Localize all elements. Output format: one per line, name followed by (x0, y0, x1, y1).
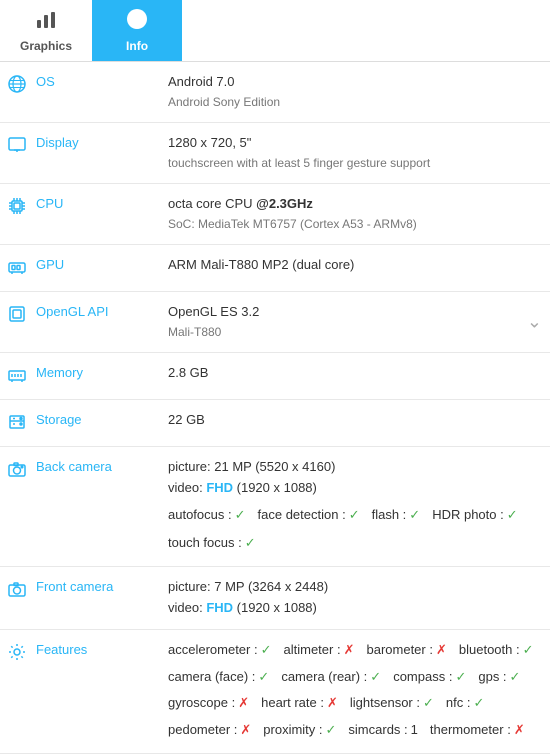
features-icon (8, 643, 28, 666)
tab-info[interactable]: i Info (92, 0, 182, 61)
row-storage: Storage 22 GB (0, 399, 550, 446)
tab-info-label: Info (126, 39, 148, 53)
info-table: OS Android 7.0 Android Sony Edition (0, 62, 550, 754)
tab-graphics[interactable]: Graphics (0, 0, 92, 61)
row-back-camera: Back camera picture: 21 MP (5520 x 4160)… (0, 446, 550, 566)
gyroscope-feature: gyroscope : ✗ (168, 693, 249, 714)
row-front-camera: Front camera picture: 7 MP (3264 x 2448)… (0, 567, 550, 630)
heart-rate-feature: heart rate : ✗ (261, 693, 338, 714)
chevron-down-icon[interactable]: ⌄ (527, 308, 542, 337)
row-os: OS Android 7.0 Android Sony Edition (0, 62, 550, 122)
pedometer-feature: pedometer : ✗ (168, 720, 251, 741)
display-label: Display (36, 135, 79, 150)
nfc-feature: nfc : ✓ (446, 693, 484, 714)
cpu-icon (8, 197, 28, 220)
row-cpu: CPU octa core CPU @2.3GHz SoC: MediaTek … (0, 183, 550, 244)
flash-feature: flash : ✓ (372, 505, 421, 526)
touch-focus-feature: touch focus : ✓ (168, 533, 256, 554)
os-value-sub: Android Sony Edition (168, 93, 542, 112)
row-display: Display 1280 x 720, 5" touchscreen with … (0, 122, 550, 183)
back-camera-icon (8, 460, 28, 483)
proximity-feature: proximity : ✓ (263, 720, 336, 741)
altimeter-feature: altimeter : ✗ (284, 640, 355, 661)
camera-rear-feature: camera (rear) : ✓ (281, 667, 381, 688)
simcards-feature: simcards : 1 (348, 720, 417, 741)
back-camera-picture: picture: 21 MP (5520 x 4160) (168, 457, 542, 478)
os-value-main: Android 7.0 (168, 72, 542, 93)
tab-bar: Graphics i Info (0, 0, 550, 62)
back-camera-label: Back camera (36, 459, 112, 474)
memory-icon (8, 366, 28, 389)
gpu-value-main: ARM Mali-T880 MP2 (dual core) (168, 255, 542, 276)
row-gpu: GPU ARM Mali-T880 MP2 (dual core) (0, 244, 550, 291)
opengl-value-main: OpenGL ES 3.2 (168, 302, 542, 323)
display-value-main: 1280 x 720, 5" (168, 133, 542, 154)
storage-value-main: 22 GB (168, 410, 542, 431)
back-camera-features-1: autofocus : ✓ face detection : ✓ flash :… (168, 505, 542, 526)
opengl-icon (8, 305, 28, 328)
features-row-2: camera (face) : ✓ camera (rear) : ✓ comp… (168, 667, 542, 688)
display-value-sub: touchscreen with at least 5 finger gestu… (168, 154, 542, 173)
row-features: Features accelerometer : ✓ altimeter : ✗… (0, 629, 550, 753)
cpu-label: CPU (36, 196, 63, 211)
tab-graphics-label: Graphics (20, 39, 72, 53)
info-icon: i (126, 8, 148, 36)
storage-icon (8, 413, 28, 436)
cpu-value-sub: SoC: MediaTek MT6757 (Cortex A53 - ARMv8… (168, 215, 542, 234)
camera-face-feature: camera (face) : ✓ (168, 667, 269, 688)
cpu-value-main: octa core CPU @2.3GHz (168, 194, 542, 215)
os-icon (8, 75, 28, 98)
storage-label: Storage (36, 412, 82, 427)
row-opengl: OpenGL API OpenGL ES 3.2 Mali-T880 ⌄ (0, 291, 550, 352)
back-camera-features-2: touch focus : ✓ (168, 533, 542, 554)
features-row-1: accelerometer : ✓ altimeter : ✗ baromete… (168, 640, 542, 661)
front-camera-icon (8, 580, 28, 603)
gpu-label: GPU (36, 257, 64, 272)
lightsensor-feature: lightsensor : ✓ (350, 693, 434, 714)
app-container: Graphics i Info (0, 0, 550, 754)
back-camera-video: video: FHD (1920 x 1088) (168, 478, 542, 499)
gpu-icon (8, 258, 28, 281)
opengl-value-sub: Mali-T880 (168, 323, 542, 342)
accelerometer-feature: accelerometer : ✓ (168, 640, 272, 661)
opengl-label: OpenGL API (36, 304, 109, 319)
svg-text:i: i (135, 11, 139, 27)
memory-label: Memory (36, 365, 83, 380)
front-camera-video: video: FHD (1920 x 1088) (168, 598, 542, 619)
display-icon (8, 136, 28, 159)
memory-value-main: 2.8 GB (168, 363, 542, 384)
front-camera-label: Front camera (36, 579, 113, 594)
bar-chart-icon (35, 8, 57, 36)
thermometer-feature: thermometer : ✗ (430, 720, 525, 741)
row-memory: Memory 2.8 GB (0, 352, 550, 399)
face-detection-feature: face detection : ✓ (258, 505, 360, 526)
front-camera-picture: picture: 7 MP (3264 x 2448) (168, 577, 542, 598)
os-label: OS (36, 74, 55, 89)
compass-feature: compass : ✓ (393, 667, 466, 688)
features-row-3: gyroscope : ✗ heart rate : ✗ lightsensor… (168, 693, 542, 714)
autofocus-feature: autofocus : ✓ (168, 505, 246, 526)
hdr-photo-feature: HDR photo : ✓ (432, 505, 517, 526)
bluetooth-feature: bluetooth : ✓ (459, 640, 534, 661)
features-row-4: pedometer : ✗ proximity : ✓ simcards : 1… (168, 720, 542, 741)
barometer-feature: barometer : ✗ (366, 640, 446, 661)
features-label: Features (36, 642, 87, 657)
gps-feature: gps : ✓ (478, 667, 520, 688)
